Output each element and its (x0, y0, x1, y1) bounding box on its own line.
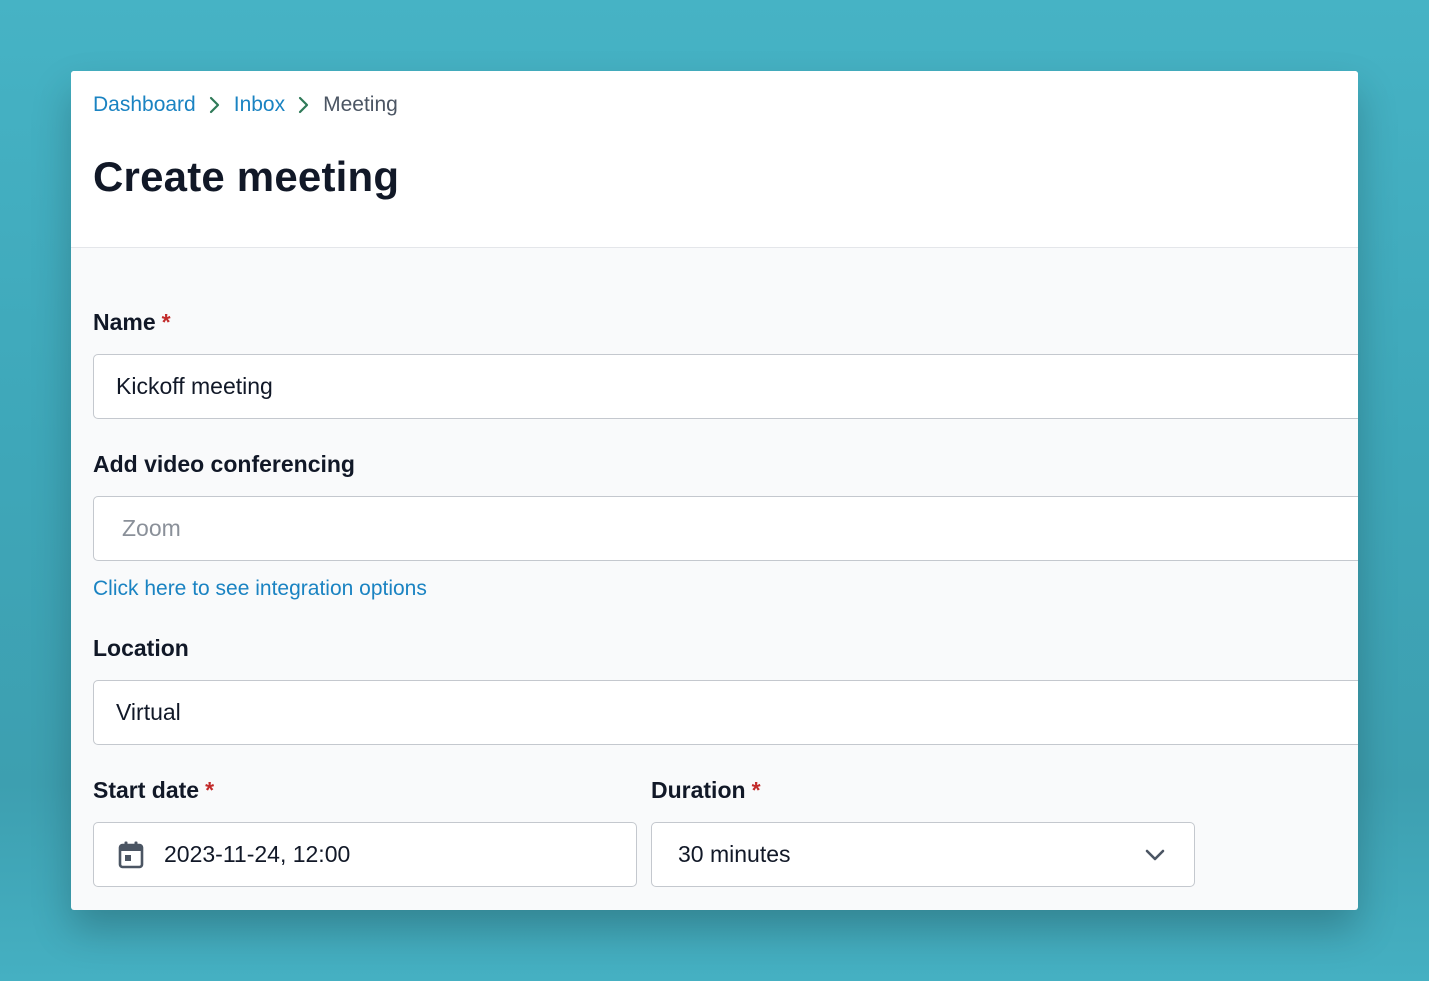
required-marker: * (751, 777, 761, 803)
start-date-value: 2023-11-24, 12:00 (164, 841, 351, 867)
integration-options-link[interactable]: Click here to see integration options (93, 577, 427, 601)
duration-select[interactable]: 30 minutes (651, 822, 1195, 887)
breadcrumb-inbox-link[interactable]: Inbox (234, 93, 285, 117)
chevron-down-icon (1144, 843, 1168, 867)
chevron-right-icon (196, 93, 234, 117)
duration-value: 30 minutes (678, 841, 791, 867)
start-date-picker[interactable]: 2023-11-24, 12:00 (93, 822, 637, 887)
video-conferencing-label: Add video conferencing (93, 451, 355, 477)
start-date-label: Start date * (93, 777, 214, 804)
chevron-right-icon (285, 93, 323, 117)
location-label: Location (93, 635, 189, 661)
breadcrumb-current: Meeting (323, 93, 398, 116)
start-date-label-text: Start date (93, 777, 200, 803)
name-label-text: Name (93, 309, 156, 335)
required-marker: * (205, 777, 215, 803)
name-input[interactable] (93, 354, 1358, 419)
duration-label: Duration * (651, 777, 761, 804)
page-title: Create meeting (93, 153, 400, 200)
name-label: Name * (93, 309, 171, 336)
breadcrumb-dashboard-link[interactable]: Dashboard (93, 93, 196, 117)
calendar-icon (118, 841, 146, 869)
required-marker: * (161, 309, 171, 335)
duration-label-text: Duration (651, 777, 746, 803)
breadcrumb: Dashboard Inbox Meeting (93, 93, 398, 117)
card-header: Dashboard Inbox Meeting Create meeting (71, 71, 1358, 248)
location-input[interactable] (93, 680, 1358, 745)
create-meeting-card: Dashboard Inbox Meeting Create meeting N… (71, 71, 1358, 910)
video-conferencing-input[interactable] (93, 496, 1358, 561)
